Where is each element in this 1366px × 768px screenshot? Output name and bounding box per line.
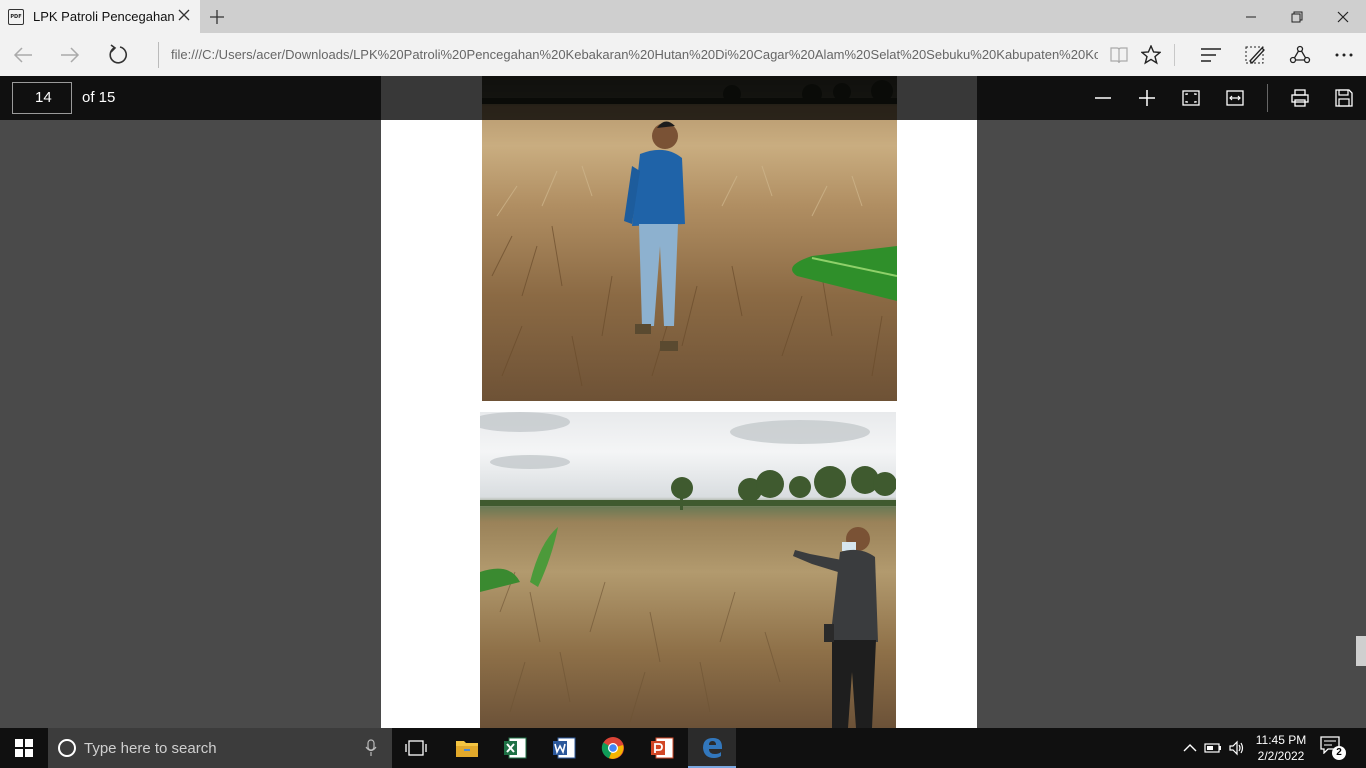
back-arrow-icon [13,47,32,63]
notification-count-badge: 2 [1332,746,1346,760]
new-tab-icon[interactable] [206,6,228,28]
chrome-button[interactable] [589,728,637,768]
share-icon [1289,45,1311,64]
taskbar-search[interactable]: Type here to search [48,728,392,768]
chevron-up-icon[interactable] [1181,740,1199,756]
page-count-label: of 15 [82,89,116,106]
pdf-viewer[interactable] [0,76,1366,728]
divider [1174,44,1175,66]
fit-page-button[interactable] [1180,87,1202,109]
url-field[interactable]: file:///C:/Users/acer/Downloads/LPK%20Pa… [158,42,1098,68]
windows-logo-icon [15,739,33,757]
toolbar-divider [1267,84,1268,112]
vertical-scrollbar[interactable] [1354,76,1366,728]
task-view-button[interactable] [392,728,440,768]
save-button[interactable] [1333,87,1355,109]
reading-view-button[interactable] [1106,42,1132,68]
excel-button[interactable] [491,728,539,768]
zoom-out-button[interactable] [1092,87,1114,109]
address-bar-row: file:///C:/Users/acer/Downloads/LPK%20Pa… [0,33,1366,76]
print-button[interactable] [1289,87,1311,109]
close-tab-icon[interactable] [177,8,191,22]
forward-arrow-icon [61,47,80,63]
excel-icon [504,737,527,759]
clock-date: 2/2/2022 [1257,749,1305,763]
word-icon [553,737,576,759]
hub-icon [1201,48,1221,62]
more-button[interactable] [1331,42,1357,68]
chrome-icon [601,737,624,759]
edge-button[interactable] [688,728,736,768]
fit-width-icon [1226,90,1244,106]
windows-taskbar: Type here to search 11:45 PM 2/2/2022 2 [0,728,1366,768]
share-button[interactable] [1287,42,1313,68]
pdf-page [381,76,977,728]
fit-page-icon [1182,90,1200,106]
action-center-button[interactable]: 2 [1320,736,1346,760]
save-icon [1335,89,1353,107]
restore-button[interactable] [1274,0,1320,33]
powerpoint-icon [651,737,674,759]
favorite-button[interactable] [1138,42,1164,68]
scrollbar-thumb[interactable] [1356,636,1366,666]
field-photo-man-pointing [480,412,896,728]
powerpoint-button[interactable] [638,728,686,768]
clock-time: 11:45 PM [1255,733,1307,747]
field-photo-man-standing [482,76,897,401]
hub-button[interactable] [1198,42,1224,68]
book-icon [1110,47,1128,64]
close-icon [1337,11,1349,22]
edge-icon [703,738,722,758]
browser-tab[interactable]: PDF LPK Patroli Pencegahan [0,0,200,33]
pen-icon [1245,46,1265,64]
web-note-button[interactable] [1242,42,1268,68]
fit-width-button[interactable] [1224,87,1246,109]
minimize-icon [1246,16,1256,17]
close-window-button[interactable] [1320,0,1366,33]
pdf-icon: PDF [8,8,24,25]
system-clock[interactable]: 11:45 PM 2/2/2022 [1250,732,1312,764]
word-button[interactable] [540,728,588,768]
pdf-toolbar: 14 of 15 [0,76,1366,120]
microphone-icon[interactable] [364,739,378,757]
task-view-icon [405,740,427,756]
more-dots-icon [1335,53,1353,57]
folder-icon [456,741,478,757]
star-icon [1141,45,1161,65]
restore-icon [1291,11,1303,22]
cortana-icon [58,739,76,757]
plus-icon [1139,90,1155,106]
search-placeholder: Type here to search [84,740,217,757]
file-explorer-button[interactable] [443,728,491,768]
tab-title: LPK Patroli Pencegahan [33,9,175,24]
zoom-in-button[interactable] [1136,87,1158,109]
back-button[interactable] [10,42,36,68]
forward-button[interactable] [57,42,83,68]
refresh-button[interactable] [105,42,131,68]
page-number-input[interactable]: 14 [12,82,72,114]
minimize-button[interactable] [1228,0,1274,33]
minus-icon [1095,97,1111,99]
start-button[interactable] [0,728,48,768]
title-bar: PDF LPK Patroli Pencegahan [0,0,1366,33]
battery-icon[interactable] [1204,740,1222,756]
printer-icon [1291,89,1309,107]
refresh-icon [109,44,127,64]
volume-icon[interactable] [1228,740,1246,756]
